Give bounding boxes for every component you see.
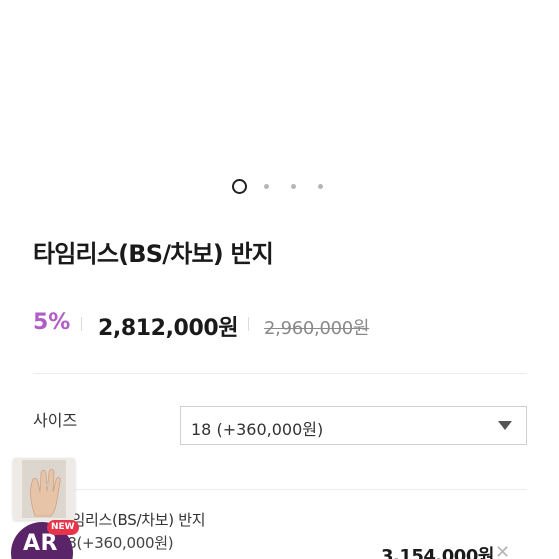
discount-rate: 5% — [33, 310, 71, 335]
sale-price: 2,812,000원 — [98, 316, 239, 341]
product-title: 타임리스(BS/차보) 반지 — [33, 240, 274, 268]
gallery-dot[interactable] — [318, 184, 323, 189]
divider — [33, 373, 527, 374]
new-badge: NEW — [47, 520, 79, 535]
selected-item-name: 타임리스(BS/차보) 반지 — [58, 511, 206, 529]
gallery-pagination — [0, 179, 559, 195]
selected-item-option: 18(+360,000원) — [58, 534, 174, 552]
gallery-dot[interactable] — [264, 184, 269, 189]
original-price: 2,960,000원 — [264, 318, 370, 339]
price-row: 5% 2,812,000원 2,960,000원 — [33, 308, 533, 341]
selected-item-price: 3,154,000원 — [381, 546, 494, 559]
size-select[interactable]: 18 (+360,000원) — [180, 406, 527, 445]
price-separator — [81, 317, 82, 331]
divider — [33, 489, 527, 490]
close-icon[interactable]: ✕ — [495, 544, 511, 559]
size-option-label: 사이즈 — [33, 411, 78, 430]
gallery-dot[interactable] — [291, 184, 296, 189]
price-separator — [248, 317, 249, 331]
gallery-dot-active[interactable] — [232, 179, 247, 194]
product-image-gallery[interactable] — [0, 0, 559, 200]
size-select-value: 18 (+360,000원) — [191, 420, 324, 439]
hand-ring-icon[interactable] — [13, 458, 75, 520]
caret-down-icon — [498, 421, 512, 430]
